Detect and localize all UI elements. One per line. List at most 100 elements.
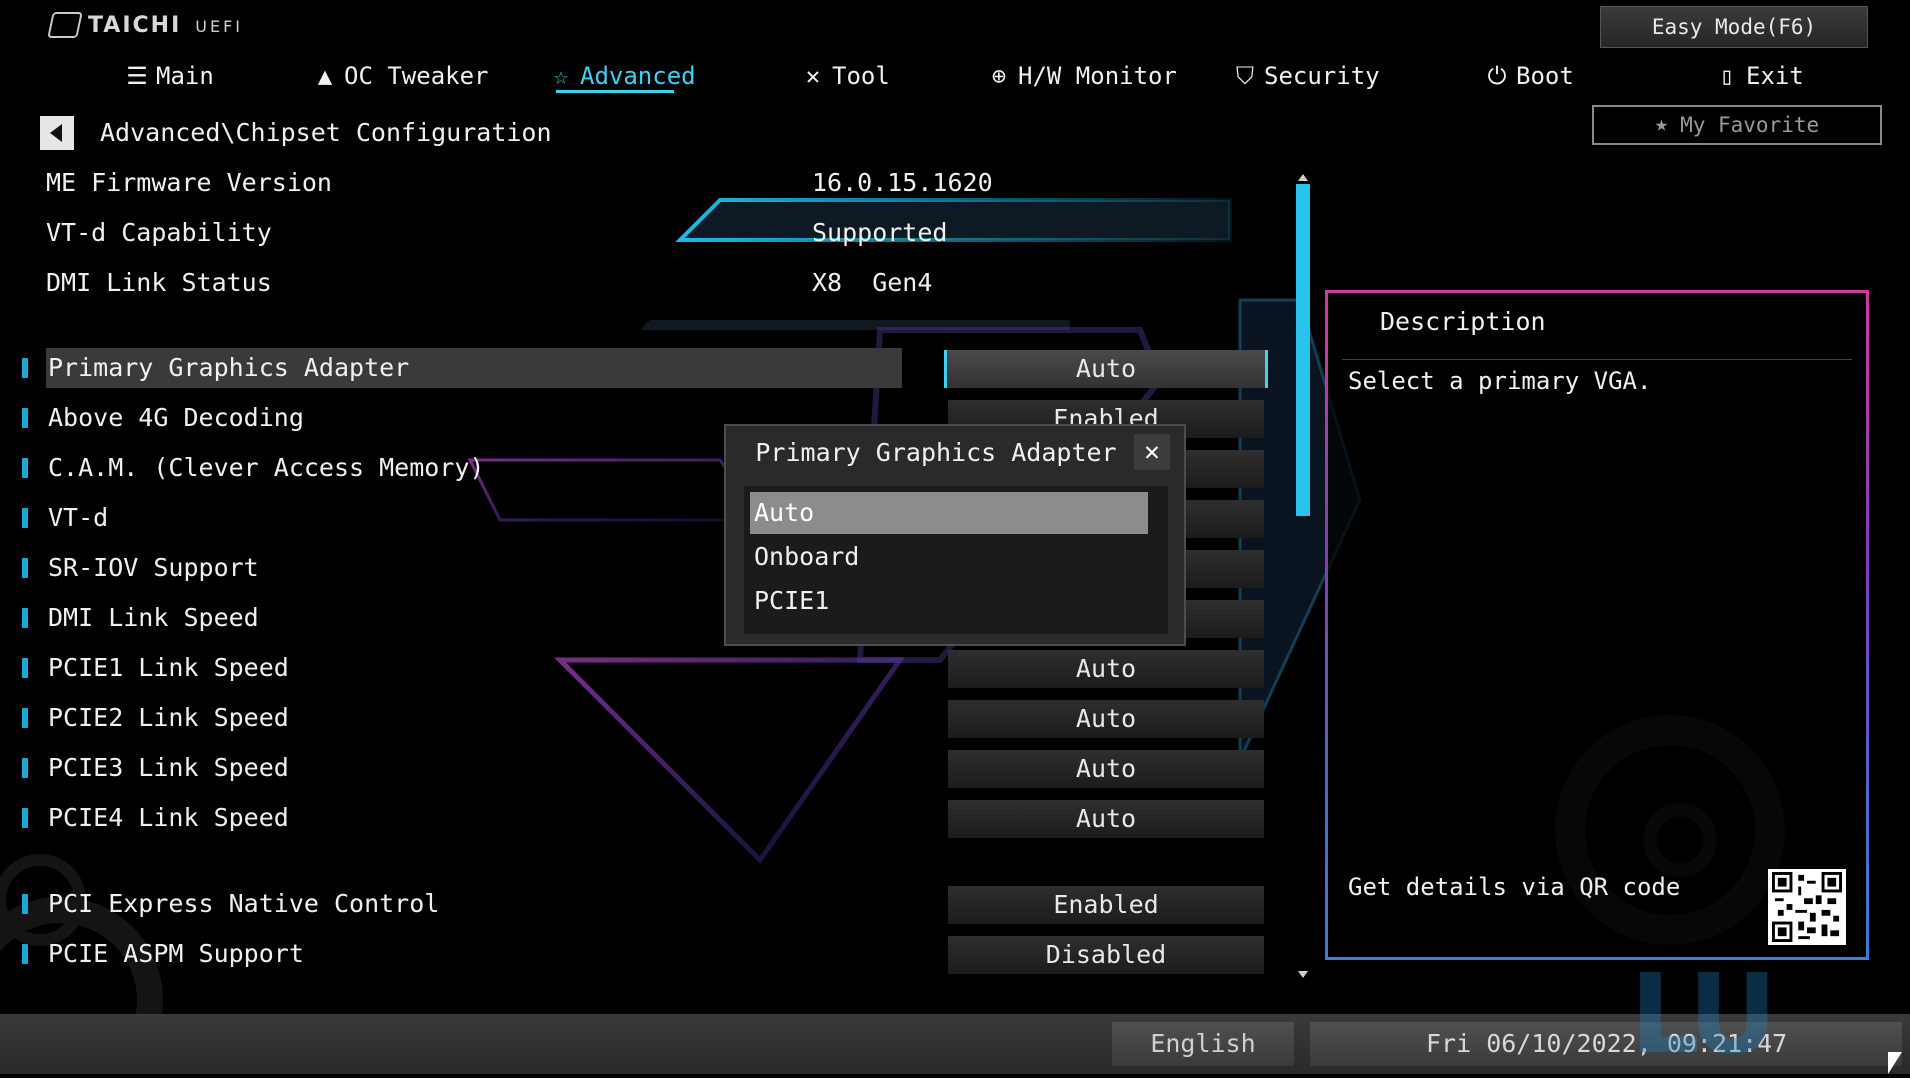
tab-label: Security [1264,62,1380,90]
tab-boot[interactable]: ⏻ Boot [1484,56,1574,96]
info-value-dmi-link-status: X8 Gen4 [812,268,933,297]
popup-option-auto[interactable]: Auto [750,492,1148,534]
setting-label: PCIE ASPM Support [48,939,304,968]
mouse-cursor-icon [1888,1052,1902,1074]
setting-value-button[interactable]: Auto [948,800,1264,838]
tab-label: Boot [1516,62,1574,90]
scroll-up-arrow-icon[interactable] [1298,174,1308,181]
setting-label: VT-d [48,503,109,532]
row-marker [22,508,28,528]
setting-row-pcie1-link-speed[interactable]: PCIE1 Link Speed Auto [0,648,1280,688]
tab-label: Exit [1746,62,1804,90]
taichi-logo-icon [47,12,83,38]
main-nav: ☰ Main ▲ OC Tweaker ☆ Advanced ✕ Tool ⊕ … [0,56,1900,96]
star-icon: ☆ [553,62,569,90]
setting-row-pcie4-link-speed[interactable]: PCIE4 Link Speed Auto [0,798,1280,838]
wrench-icon: ✕ [805,62,821,90]
brand-name: TAICHI [88,12,182,38]
row-marker [22,608,28,628]
setting-label: Primary Graphics Adapter [48,353,410,382]
setting-label: C.A.M. (Clever Access Memory) [48,453,485,482]
list-icon: ☰ [126,62,148,90]
setting-row-pcie3-link-speed[interactable]: PCIE3 Link Speed Auto [0,748,1280,788]
brand-uefi: UEFI [195,17,244,36]
watermark-logo: LU [1630,950,1777,1078]
description-panel: Description Select a primary VGA. Get de… [1325,290,1869,960]
primary-graphics-adapter-popup: Primary Graphics Adapter ✕ Auto Onboard … [724,424,1186,646]
my-favorite-button[interactable]: ★ My Favorite [1592,105,1882,145]
row-marker [22,658,28,678]
setting-value-button[interactable]: Auto [948,650,1264,688]
popup-title: Primary Graphics Adapter [755,438,1117,467]
setting-label: DMI Link Speed [48,603,259,632]
setting-row-pci-express-native-control[interactable]: PCI Express Native Control Enabled [0,884,1280,924]
row-marker [22,358,28,378]
row-marker [22,558,28,578]
setting-label: PCIE3 Link Speed [48,753,289,782]
description-text: Select a primary VGA. [1348,367,1652,395]
back-button[interactable] [40,116,74,150]
setting-row-primary-graphics-adapter[interactable]: Primary Graphics Adapter Auto [0,348,1280,388]
tab-label: H/W Monitor [1018,62,1177,90]
setting-label: PCIE4 Link Speed [48,803,289,832]
language-button[interactable]: English [1112,1022,1294,1066]
tab-label: OC Tweaker [344,62,489,90]
setting-label: PCI Express Native Control [48,889,440,918]
close-icon[interactable]: ✕ [1134,434,1170,470]
description-divider [1342,359,1852,360]
info-value-vtd-capability: Supported [812,218,948,247]
row-marker [22,808,28,828]
my-favorite-label: My Favorite [1680,113,1820,137]
qr-code-graphic [1772,872,1842,942]
info-label-vtd-capability: VT-d Capability [46,218,272,247]
crosshair-icon: ⊕ [991,62,1007,90]
info-label-dmi-link-status: DMI Link Status [46,268,272,297]
tab-exit[interactable]: ▯ Exit [1714,56,1804,96]
active-tab-indicator [556,90,674,93]
scrollbar[interactable] [1296,172,1310,978]
popup-options-list: Auto Onboard PCIE1 [744,486,1168,634]
qr-code-icon [1768,869,1846,945]
setting-value-button[interactable]: Auto [948,700,1264,738]
setting-row-pcie-aspm-support[interactable]: PCIE ASPM Support Disabled [0,934,1280,974]
setting-label: Above 4G Decoding [48,403,304,432]
row-marker [22,944,28,964]
tab-main[interactable]: ☰ Main [124,56,214,96]
tab-security[interactable]: ⛉ Security [1232,56,1380,96]
tab-oc-tweaker[interactable]: ▲ OC Tweaker [312,56,489,96]
qr-code-label: Get details via QR code [1348,873,1681,901]
taichi-logo: TAICHI [47,12,182,38]
rocket-icon: ▲ [317,62,333,90]
tab-label: Main [156,62,214,90]
info-value-me-firmware: 16.0.15.1620 [812,168,993,197]
description-title: Description [1380,307,1546,336]
star-icon: ★ [1654,112,1669,137]
setting-label: PCIE1 Link Speed [48,653,289,682]
back-arrow-icon [49,124,62,142]
popup-option-onboard[interactable]: Onboard [750,536,1148,578]
shield-icon: ⛉ [1236,62,1254,90]
tab-label: Advanced [580,62,696,90]
setting-label: PCIE2 Link Speed [48,703,289,732]
setting-value-button[interactable]: Auto [948,750,1264,788]
row-marker [22,894,28,914]
row-marker [22,408,28,428]
scroll-down-arrow-icon[interactable] [1298,971,1308,978]
setting-row-pcie2-link-speed[interactable]: PCIE2 Link Speed Auto [0,698,1280,738]
easy-mode-button[interactable]: Easy Mode(F6) [1600,6,1868,48]
setting-label: SR-IOV Support [48,553,259,582]
popup-option-pcie1[interactable]: PCIE1 [750,580,1148,622]
tab-tool[interactable]: ✕ Tool [800,56,890,96]
setting-value-button[interactable]: Auto [944,350,1268,388]
row-marker [22,708,28,728]
setting-value-button[interactable]: Disabled [948,936,1264,974]
tab-hw-monitor[interactable]: ⊕ H/W Monitor [986,56,1177,96]
scroll-thumb[interactable] [1296,184,1310,516]
row-marker [22,458,28,478]
brand: TAICHI UEFI [47,12,244,38]
datetime-display: Fri 06/10/2022, 09:21:47 [1310,1022,1902,1066]
exit-door-icon: ▯ [1719,62,1735,90]
setting-value-button[interactable]: Enabled [948,886,1264,924]
row-marker [22,758,28,778]
info-label-me-firmware: ME Firmware Version [46,168,332,197]
